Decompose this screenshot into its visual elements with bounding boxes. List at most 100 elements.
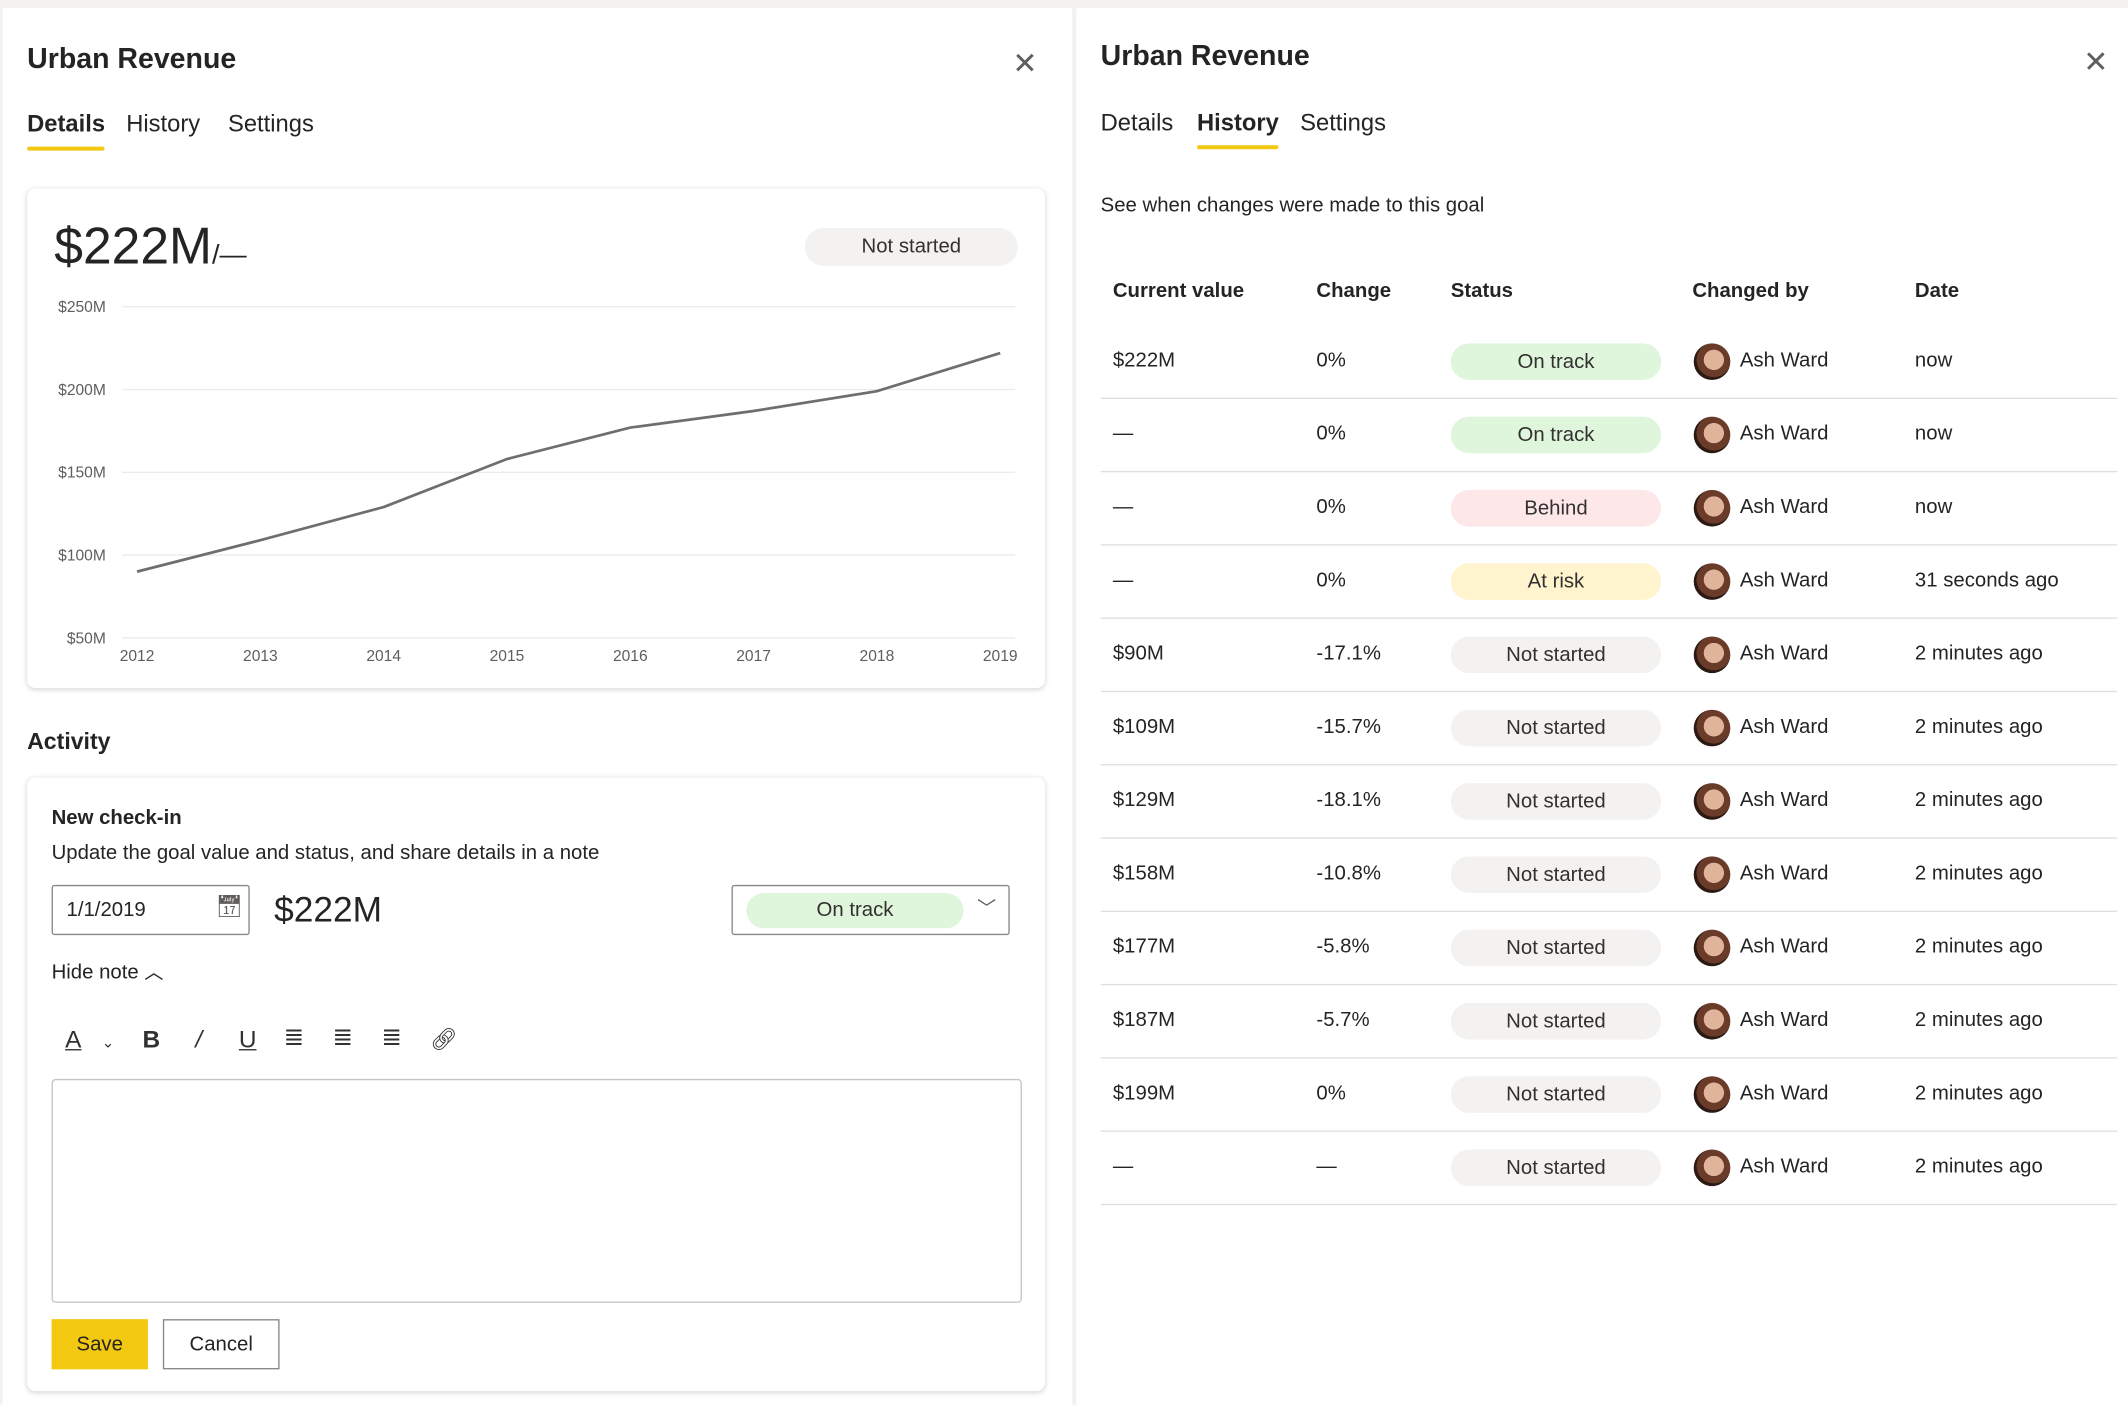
current-value-cell: $177M [1113, 935, 1175, 958]
x-tick-label: 2019 [983, 648, 1018, 665]
goal-summary-card: $222M/— Not started $50M$100M$150M$200M$… [27, 189, 1045, 688]
date-cell: now [1915, 495, 1952, 518]
status-badge: Behind [1451, 490, 1661, 527]
table-row: —0%On trackAsh Wardnow [1101, 399, 2117, 472]
changed-by-cell: Ash Ward [1740, 495, 1829, 518]
tab-settings[interactable]: Settings [1300, 109, 1386, 137]
column-header-status: Status [1451, 280, 1513, 303]
change-cell: -10.8% [1316, 862, 1381, 885]
avatar [1694, 1003, 1731, 1040]
italic-icon[interactable]: / [195, 1026, 202, 1054]
status-selected: On track [746, 893, 963, 928]
avatar [1694, 1076, 1731, 1113]
y-tick-label: $50M [67, 630, 106, 647]
cancel-button[interactable]: Cancel [163, 1319, 280, 1369]
changed-by-cell: Ash Ward [1740, 715, 1829, 738]
current-value-cell: $109M [1113, 715, 1175, 738]
y-tick-label: $250M [58, 299, 106, 316]
date-cell: 2 minutes ago [1915, 642, 2043, 665]
checkin-title: New check-in [52, 806, 182, 829]
link-icon[interactable]: 🔗︎ [430, 1026, 458, 1053]
chevron-down-icon[interactable]: ⌄ [102, 1034, 115, 1052]
tab-history[interactable]: History [1197, 109, 1279, 137]
checkin-subtitle: Update the goal value and status, and sh… [52, 841, 600, 864]
change-cell: -18.1% [1316, 788, 1381, 811]
underline-icon[interactable]: U [239, 1026, 257, 1054]
table-row: $129M-18.1%Not startedAsh Ward2 minutes … [1101, 765, 2117, 838]
table-row: $199M0%Not startedAsh Ward2 minutes ago [1101, 1059, 2117, 1132]
date-cell: now [1915, 422, 1952, 445]
bold-icon[interactable]: B [142, 1026, 160, 1054]
table-row: — 0% Behind Ash Ward now [1101, 472, 2117, 545]
date-cell: 2 minutes ago [1915, 1155, 2043, 1178]
changed-by-cell: Ash Ward [1740, 642, 1829, 665]
x-tick-label: 2017 [736, 648, 771, 665]
table-row: $158M-10.8%Not startedAsh Ward2 minutes … [1101, 839, 2117, 912]
tab-settings[interactable]: Settings [228, 110, 314, 138]
status-badge: Not started [1451, 1076, 1661, 1113]
changed-by-cell: Ash Ward [1740, 349, 1829, 372]
column-header-change: Change [1316, 280, 1391, 303]
status-badge: Not started [1451, 783, 1661, 820]
changed-by-cell: Ash Ward [1740, 1082, 1829, 1105]
y-tick-label: $100M [58, 547, 106, 564]
change-cell: 0% [1316, 1082, 1345, 1105]
changed-by-cell: Ash Ward [1740, 1155, 1829, 1178]
avatar [1694, 343, 1731, 380]
align-right-icon[interactable]: ≣ [381, 1023, 401, 1051]
avatar [1694, 636, 1731, 673]
status-badge: At risk [1451, 563, 1661, 600]
change-cell: 0% [1316, 422, 1345, 445]
table-row: $187M-5.7%Not startedAsh Ward2 minutes a… [1101, 985, 2117, 1058]
note-textarea[interactable] [52, 1079, 1022, 1303]
table-row: $222M0%On trackAsh Wardnow [1101, 326, 2117, 399]
column-header-changed-by: Changed by [1692, 280, 1809, 303]
changed-by-cell: Ash Ward [1740, 1008, 1829, 1031]
font-color-icon[interactable]: A [65, 1026, 81, 1054]
current-value-cell: $158M [1113, 862, 1175, 885]
current-value-cell: $187M [1113, 1008, 1175, 1031]
changed-by-cell: Ash Ward [1740, 788, 1829, 811]
tab-details[interactable]: Details [27, 110, 105, 138]
status-badge: On track [1451, 417, 1661, 454]
table-row: ——Not startedAsh Ward2 minutes ago [1101, 1132, 2117, 1205]
current-value-cell: — [1113, 422, 1133, 445]
current-value-cell: — [1113, 495, 1133, 518]
current-value-cell: — [1113, 1155, 1133, 1178]
close-icon[interactable]: ✕ [1012, 49, 1037, 79]
tab-history[interactable]: History [126, 110, 200, 138]
column-header-current-value: Current value [1113, 280, 1244, 303]
change-cell: -5.8% [1316, 935, 1369, 958]
align-left-icon[interactable]: ≣ [284, 1023, 304, 1051]
calendar-icon[interactable]: 📅︎ [216, 893, 244, 920]
save-button[interactable]: Save [52, 1319, 148, 1369]
status-badge: Not started [1451, 1003, 1661, 1040]
tab-details[interactable]: Details [1101, 109, 1174, 137]
change-cell: -15.7% [1316, 715, 1381, 738]
table-row: —0%At riskAsh Ward31 seconds ago [1101, 546, 2117, 619]
hide-note-toggle[interactable]: Hide note ︿ [52, 958, 164, 985]
close-icon[interactable]: ✕ [2083, 47, 2108, 77]
date-cell: 31 seconds ago [1915, 569, 2059, 592]
status-badge: On track [1451, 343, 1661, 380]
status-dropdown[interactable]: On track ﹀ [731, 885, 1009, 935]
changed-by-cell: Ash Ward [1740, 862, 1829, 885]
status-badge: Not started [1451, 710, 1661, 747]
x-tick-label: 2014 [366, 648, 401, 665]
x-tick-label: 2012 [120, 648, 155, 665]
avatar [1694, 783, 1731, 820]
x-tick-label: 2016 [613, 648, 648, 665]
y-tick-label: $200M [58, 382, 106, 399]
date-cell: 2 minutes ago [1915, 788, 2043, 811]
align-center-icon[interactable]: ≣ [332, 1023, 352, 1051]
x-tick-label: 2018 [860, 648, 895, 665]
checkin-value: $222M [274, 889, 382, 931]
table-row: $177M-5.8%Not startedAsh Ward2 minutes a… [1101, 912, 2117, 985]
date-cell: 2 minutes ago [1915, 1082, 2043, 1105]
date-input[interactable]: 1/1/2019 📅︎ [52, 885, 250, 935]
change-cell: 0% [1316, 349, 1345, 372]
change-cell: -5.7% [1316, 1008, 1369, 1031]
column-header-date: Date [1915, 280, 1959, 303]
change-cell: 0% [1316, 495, 1345, 518]
series-line [137, 353, 1000, 572]
